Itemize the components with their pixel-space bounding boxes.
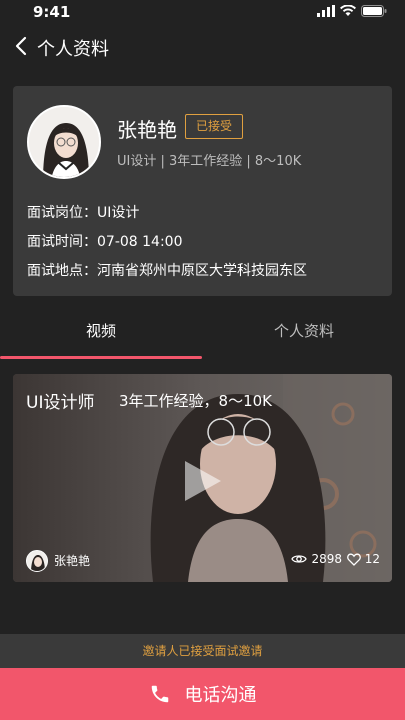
invitation-notice: 邀请人已接受面试邀请 [0,634,405,668]
tab-video[interactable]: 视频 [0,320,202,341]
play-button[interactable] [179,458,225,508]
like-button[interactable]: 12 [346,552,380,566]
profile-card: 张艳艳 已接受 UI设计 | 3年工作经验 | 8～10K 面试岗位：UI设计 … [13,86,392,296]
video-footer: 张艳艳 2898 12 [13,546,392,582]
candidate-name: 张艳艳 [117,118,177,142]
chevron-left-icon [15,36,27,56]
detail-label: 面试地点： [27,263,97,279]
page-title: 个人资料 [37,39,109,60]
wifi-icon [340,5,356,16]
tab-bar: 视频 个人资料 [0,310,405,360]
view-count-value: 2898 [311,552,342,566]
phone-icon [151,685,168,703]
detail-value: UI设计 [97,205,140,221]
battery-icon [361,5,387,17]
status-icons [317,5,387,17]
video-card[interactable]: UI设计师 3年工作经验，8～10K 张艳艳 2898 12 [13,374,392,582]
detail-value: 07-08 14:00 [97,234,183,250]
avatar[interactable] [27,105,101,179]
nav-bar: 个人资料 [0,26,405,68]
detail-label: 面试时间： [27,234,97,250]
call-button-label: 电话沟通 [184,685,257,706]
video-author-avatar [26,550,48,572]
candidate-summary: UI设计 | 3年工作经验 | 8～10K [117,154,302,169]
detail-row-location: 面试地点：河南省郑州中原区大学科技园东区 [27,260,307,280]
detail-row-position: 面试岗位：UI设计 [27,202,139,222]
like-count-value: 12 [364,552,380,566]
video-title: UI设计师 [26,393,95,413]
heart-icon [346,553,361,566]
signal-icon [317,5,335,17]
call-button[interactable]: 电话沟通 [0,668,405,720]
status-bar: 9:41 [0,0,405,26]
play-icon [185,461,221,501]
tab-active-indicator [0,356,202,359]
tab-profile[interactable]: 个人资料 [203,320,405,341]
detail-value: 河南省郑州中原区大学科技园东区 [97,263,307,279]
status-badge: 已接受 [185,114,243,139]
avatar-portrait-icon [27,551,47,571]
view-count: 2898 [291,552,342,566]
detail-row-time: 面试时间：07-08 14:00 [27,231,182,251]
back-button[interactable] [10,34,34,58]
avatar-portrait-icon [29,107,99,177]
status-time: 9:41 [33,3,71,21]
video-subtitle: 3年工作经验，8～10K [119,392,273,410]
video-author-name: 张艳艳 [54,554,91,568]
eye-icon [291,555,308,563]
detail-label: 面试岗位： [27,205,97,221]
